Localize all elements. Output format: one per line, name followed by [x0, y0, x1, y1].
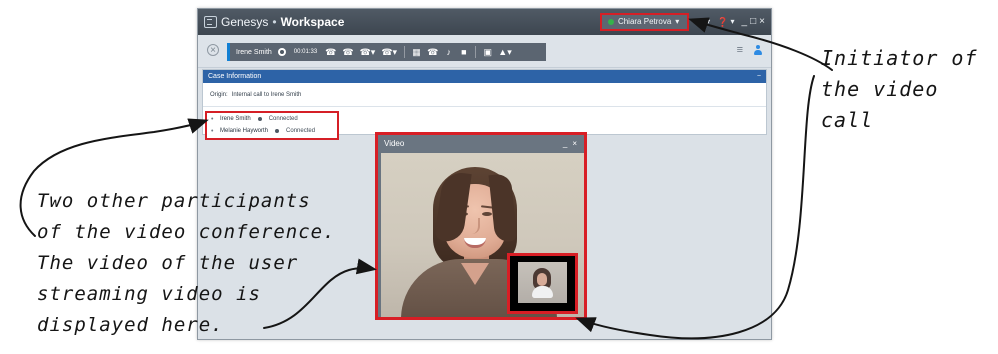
video-camera-icon[interactable]: ■	[459, 47, 468, 57]
help-button[interactable]: ❓ ▾	[717, 15, 734, 29]
maximize-icon[interactable]: □	[750, 17, 756, 27]
settings-icon: ✉	[696, 16, 705, 27]
user-name: Chiara Petrova	[617, 17, 672, 26]
video-window-controls: _ ×	[563, 139, 577, 148]
window-close-icon[interactable]: ×	[572, 139, 577, 148]
origin-value: Internal call to Irene Smith	[231, 91, 302, 98]
title-actions: Chiara Petrova ▾ ✉ ▾ ❓ ▾ _ □ ×	[599, 13, 765, 31]
participants-highlight: • Irene Smith Connected • Melanie Haywor…	[205, 111, 339, 140]
available-status-icon	[607, 19, 614, 25]
chevron-down-icon: ▾	[730, 17, 735, 26]
user-icon[interactable]	[753, 45, 763, 56]
toolbar-right-actions: ≡	[737, 45, 763, 56]
chevron-down-icon: ▾	[675, 17, 680, 26]
case-information-title: Case Information	[208, 73, 262, 80]
bullet-icon: •	[211, 115, 214, 123]
chevron-down-icon: ▾	[706, 17, 711, 26]
eye-shape	[482, 212, 492, 216]
active-call-bar: Irene Smith 00:01:33 ☎ ☎ ☎▾ ☎▾ ▦ ☎ ♪ ■ ▣…	[227, 43, 546, 61]
close-circle-icon[interactable]: ×	[207, 44, 219, 56]
case-information-panel: Case Information − Origin: Internal call…	[202, 69, 767, 140]
help-icon: ❓	[717, 16, 729, 27]
product-name: Workspace	[280, 15, 345, 29]
user-menu-button[interactable]: Chiara Petrova ▾	[599, 13, 690, 31]
transfer-icon[interactable]: ☎	[342, 47, 353, 57]
phone-icon[interactable]: ☎	[325, 47, 336, 57]
self-view-person	[532, 268, 553, 298]
participant-name: Irene Smith	[220, 116, 251, 122]
participant-row: • Irene Smith Connected	[207, 113, 337, 125]
collapse-icon[interactable]: −	[757, 73, 761, 80]
participant-icon[interactable]: ▲▾	[498, 47, 511, 57]
case-origin-row: Origin: Internal call to Irene Smith	[203, 83, 766, 107]
settings-button[interactable]: ✉ ▾	[696, 15, 711, 29]
minimize-icon[interactable]: _	[563, 139, 567, 148]
participant-row: • Melanie Hayworth Connected	[207, 125, 337, 137]
self-view-face	[537, 273, 547, 286]
nose-shape	[472, 218, 480, 234]
participant-status: Connected	[286, 128, 316, 134]
origin-label: Origin:	[210, 91, 228, 98]
window-close-icon[interactable]: ×	[759, 17, 765, 27]
initiator-annotation: Initiator of the video call	[821, 46, 978, 132]
interaction-toolbar: × Irene Smith 00:01:33 ☎ ☎ ☎▾ ☎▾ ▦ ☎ ♪ ■…	[198, 35, 771, 68]
case-information-header: Case Information −	[203, 70, 766, 83]
workspace-logo-icon	[204, 16, 217, 28]
annotated-screenshot: Genesys • Workspace Chiara Petrova ▾ ✉ ▾…	[0, 0, 998, 354]
participants-arrow	[19, 118, 209, 237]
active-interaction-name: Irene Smith	[236, 48, 272, 56]
bullet-icon: •	[211, 127, 214, 135]
keypad-icon[interactable]: ▦	[412, 47, 421, 57]
participant-status: Connected	[268, 116, 298, 122]
brand-separator: •	[272, 15, 277, 29]
hamburger-menu-icon[interactable]: ≡	[737, 45, 743, 56]
transfer-call-icon[interactable]: ☎	[427, 47, 438, 57]
self-view-video	[518, 262, 567, 303]
video-title: Video	[384, 139, 405, 148]
note-icon[interactable]: ▣	[483, 47, 493, 57]
call-state-icon	[277, 48, 286, 56]
call-timer: 00:01:33	[293, 49, 318, 55]
participant-name: Melanie Hayworth	[220, 128, 269, 134]
video-title-bar: Video _ ×	[378, 135, 584, 152]
participant-status-icon	[273, 127, 282, 135]
brand-area: Genesys • Workspace	[204, 14, 344, 30]
mute-icon[interactable]: ♪	[444, 47, 453, 57]
conference-icon[interactable]: ☎▾	[360, 47, 376, 57]
toolbar-divider	[404, 46, 406, 58]
brand-name: Genesys	[221, 15, 269, 29]
minimize-icon[interactable]: _	[742, 17, 748, 27]
title-bar: Genesys • Workspace Chiara Petrova ▾ ✉ ▾…	[198, 9, 771, 35]
self-view-highlight	[507, 253, 578, 314]
participant-status-icon	[255, 115, 264, 123]
smile-shape	[464, 238, 486, 248]
self-view-body	[532, 286, 553, 298]
toolbar-divider	[475, 46, 477, 58]
window-controls: _ □ ×	[742, 17, 765, 27]
consult-icon[interactable]: ☎▾	[381, 47, 397, 57]
